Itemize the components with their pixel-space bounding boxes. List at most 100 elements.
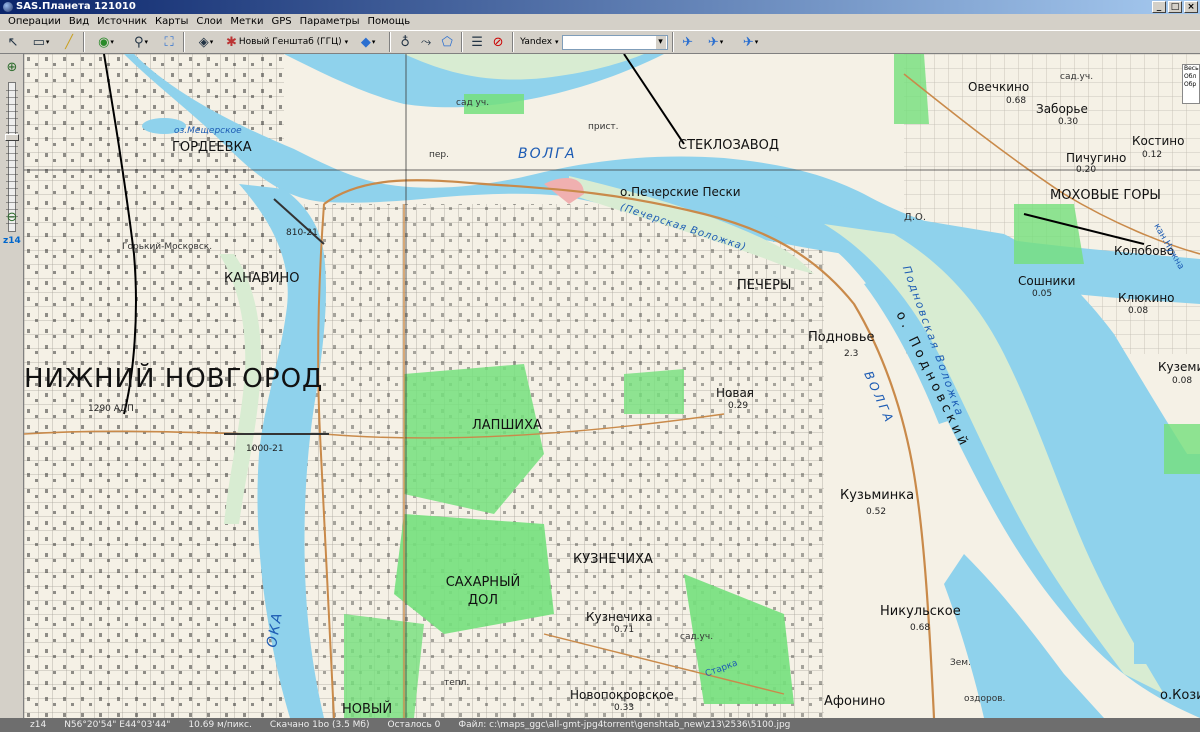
dropdown-arrow-icon: ▾ — [110, 38, 114, 46]
village-value-kuznechikha-village: 0.71 — [614, 625, 635, 635]
search-provider-button[interactable]: Yandex ▾ — [518, 32, 560, 52]
dropdown-arrow-icon: ▾ — [719, 38, 724, 46]
hybrid-layer-button[interactable]: ◆ ▾ — [351, 32, 385, 52]
village-value-nikulskoe: 0.68 — [910, 623, 931, 633]
annotation-tepl: тепл. — [444, 678, 470, 688]
layers-icon: ◈ — [198, 34, 209, 50]
minimize-button[interactable]: _ — [1152, 1, 1166, 13]
city-label: НИЖНИЙ НОВГОРОД — [24, 364, 324, 394]
map-source-button[interactable]: ✱ Новый Генштаб (ГГЦ) ▾ — [224, 32, 350, 52]
district-label-pechery: ПЕЧЕРЫ — [737, 278, 792, 293]
menu-marks[interactable]: Метки — [226, 14, 267, 30]
village-value-soshniki: 0.05 — [1032, 289, 1053, 299]
hide-marks-button[interactable]: ⊘ — [488, 32, 508, 52]
annotation-ferry: пер. — [429, 150, 449, 160]
layers-button[interactable]: ◈ ▾ — [189, 32, 223, 52]
village-value-pichugino: 0.20 — [1076, 165, 1097, 175]
zoom-slider-thumb[interactable] — [5, 134, 19, 141]
toolbar-separator — [389, 32, 392, 52]
gps-connect-button[interactable]: ✈ — [678, 32, 698, 52]
map-source-label: Новый Генштаб (ГГЦ) — [238, 37, 342, 47]
zoom-in-button[interactable]: ⊕ — [4, 60, 20, 76]
menu-settings[interactable]: Параметры — [296, 14, 364, 30]
legend-line: Обл — [1184, 73, 1197, 80]
map-type-button[interactable]: ◉ ▾ — [89, 32, 123, 52]
legend-line: Весь — [1184, 65, 1199, 72]
annotation-garden-3: сад.уч. — [680, 632, 714, 642]
dropdown-arrow-icon: ▾ — [45, 38, 50, 46]
menu-bar: Операции Вид Источник Карты Слои Метки G… — [0, 14, 1200, 30]
window-controls: _ □ × — [1152, 1, 1198, 13]
search-input[interactable] — [561, 34, 668, 50]
status-coordinates: N56°20'54" E44°03'44" — [64, 720, 171, 730]
status-zoom: z14 — [30, 720, 47, 730]
river-label-volga-north: ВОЛГА — [518, 146, 577, 162]
village-label-kuzminka: Кузьминка — [840, 488, 915, 503]
annotation-bridge-1290: 1290 АДП — [88, 404, 134, 414]
hybrid-layer-icon: ◆ — [360, 34, 371, 50]
zoom-tool-button[interactable]: ⚲ ▾ — [124, 32, 158, 52]
village-label-novaya: Новая — [716, 386, 755, 400]
gps-track-button[interactable]: ✈ ▾ — [699, 32, 733, 52]
village-label-novopokrovskoe: Новопокровское — [570, 688, 674, 702]
magnifier-icon: ⚲ — [133, 34, 144, 50]
expand-icon: ⛶ — [164, 34, 174, 50]
forest-pechery — [624, 369, 684, 414]
maximize-button[interactable]: □ — [1168, 1, 1182, 13]
selection-tool-button[interactable]: ▭ ▾ — [24, 32, 58, 52]
toolbar: ↖ ▭ ▾ ╱ ◉ ▾ ⚲ ▾ ⛶ ◈ ▾ ✱ Новый Генштаб (ГГЦ) … — [0, 30, 1200, 54]
map-viewport[interactable]: НИЖНИЙ НОВГОРОД ГОРДЕЕВКА КАНАВИНО ПЕЧЕР… — [24, 54, 1200, 718]
select-rect-icon: ▭ — [32, 34, 45, 50]
village-label-ovechkino: Овечкино — [968, 80, 1030, 94]
menu-view[interactable]: Вид — [65, 14, 93, 30]
village-label-kuznechikha-village: Кузнечиха — [586, 610, 653, 624]
village-value-kostino: 0.12 — [1142, 150, 1163, 160]
map-legend-box[interactable]: Весь Обл Обр — [1182, 64, 1200, 104]
gps-center-button[interactable]: ✈ ▾ — [734, 32, 768, 52]
toolbar-separator — [461, 32, 464, 52]
zoom-out-button[interactable]: ⊖ — [4, 210, 20, 226]
village-label-zaborye: Заборье — [1036, 102, 1088, 116]
menu-source[interactable]: Источник — [93, 14, 151, 30]
menu-help[interactable]: Помощь — [364, 14, 415, 30]
map-source-icon: ✱ — [226, 34, 237, 50]
polygon-icon: ⬠ — [441, 34, 453, 50]
search-provider-label: Yandex — [520, 37, 553, 47]
district-label-sakharny-dol: САХАРНЫЙ ДОЛ — [445, 575, 521, 608]
title-bar: SAS.Планета 121010 _ □ × — [0, 0, 1200, 14]
dropdown-arrow-icon: ▾ — [371, 38, 376, 46]
add-path-button[interactable]: ⤳ — [416, 32, 436, 52]
globe-icon: ◉ — [98, 34, 110, 50]
menu-layers[interactable]: Слои — [192, 14, 226, 30]
village-label-o-kozi: о.Кози — [1160, 688, 1200, 703]
ruler-tool-button[interactable]: ╱ — [59, 32, 79, 52]
add-placemark-button[interactable]: ♁ — [395, 32, 415, 52]
satellite-icon: ✈ — [682, 34, 693, 50]
district-label-mokhovye-gory: МОХОВЫЕ ГОРЫ — [1050, 188, 1161, 203]
annotation-bridge-1000: 1000-21 — [246, 444, 284, 454]
add-polygon-button[interactable]: ⬠ — [437, 32, 457, 52]
menu-maps[interactable]: Карты — [151, 14, 192, 30]
status-bar: z14 N56°20'54" E44°03'44" 10.69 м/пикс. … — [0, 718, 1200, 732]
annotation-garden-1: сад уч. — [456, 98, 490, 108]
annotation-garden-2: сад.уч. — [1060, 72, 1094, 82]
placemark-pin-icon: ♁ — [400, 34, 410, 50]
marks-manager-button[interactable]: ☰ — [467, 32, 487, 52]
dropdown-arrow-icon: ▾ — [344, 38, 349, 46]
toolbar-separator — [183, 32, 185, 52]
district-label-steklozavod: СТЕКЛОЗАВОД — [678, 138, 780, 153]
village-label-kostino: Костино — [1132, 134, 1185, 148]
menu-operations[interactable]: Операции — [4, 14, 65, 30]
island-label-pecherskie-peski: о.Печерские Пески — [620, 185, 741, 199]
district-label-lapshikha: ЛАПШИХА — [472, 418, 542, 433]
forbidden-icon: ⊘ — [492, 34, 504, 50]
zoom-out-icon: ⊖ — [6, 210, 18, 225]
close-button[interactable]: × — [1184, 1, 1198, 13]
pointer-tool-button[interactable]: ↖ — [3, 32, 23, 52]
toolbar-separator — [671, 32, 674, 52]
toolbar-separator — [512, 32, 515, 52]
menu-gps[interactable]: GPS — [268, 14, 296, 30]
marks-list-icon: ☰ — [471, 34, 483, 50]
village-value-kuzemi: 0.08 — [1172, 376, 1193, 386]
fullscreen-button[interactable]: ⛶ — [159, 32, 179, 52]
